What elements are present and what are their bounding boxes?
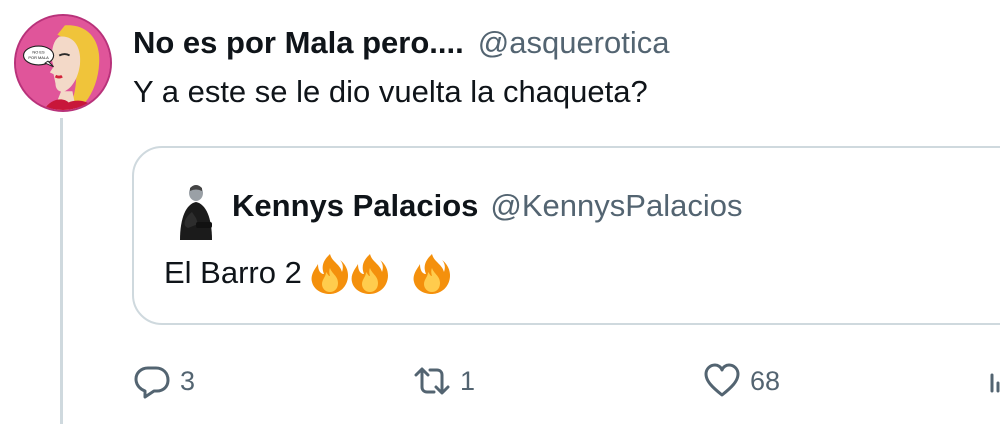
heart-icon (704, 363, 740, 397)
retweet-button[interactable]: 1 (412, 358, 475, 404)
retweet-icon (414, 367, 450, 395)
fire-icon (350, 252, 390, 294)
reply-icon (134, 366, 170, 399)
quoted-text: El Barro 2 (164, 255, 302, 290)
svg-text:POR MALA: POR MALA (28, 55, 49, 60)
fire-icon (412, 252, 452, 294)
like-count: 68 (750, 365, 781, 396)
retweet-count: 1 (460, 365, 476, 396)
quoted-author-avatar[interactable] (174, 182, 216, 240)
quoted-author-name[interactable]: Kennys Palacios (232, 188, 478, 224)
tweet-text: Y a este se le dio vuelta la chaqueta? (133, 74, 648, 109)
quoted-author-handle[interactable]: @KennysPalacios (490, 188, 742, 224)
reply-count: 3 (180, 365, 196, 396)
share-button[interactable] (986, 358, 1000, 404)
fire-emojis (310, 252, 452, 294)
quoted-tweet[interactable]: Kennys Palacios @KennysPalacios El Barro… (132, 146, 1000, 325)
tweet-header: No es por Mala pero.... @asquerotica (133, 20, 670, 66)
share-icon (990, 373, 1000, 393)
fire-icon (310, 252, 350, 294)
tweet: NO ES POR MALA No es por Mala pero.... @… (0, 0, 1000, 424)
author-avatar[interactable]: NO ES POR MALA (14, 14, 112, 112)
person-avatar-icon (180, 185, 212, 240)
thread-line (60, 118, 63, 424)
reply-button[interactable]: 3 (132, 358, 195, 404)
author-name[interactable]: No es por Mala pero.... (133, 25, 464, 61)
quoted-header: Kennys Palacios @KennysPalacios (232, 188, 742, 224)
quoted-text-row: El Barro 2 (164, 252, 452, 294)
like-button[interactable]: 68 (702, 358, 780, 404)
author-handle[interactable]: @asquerotica (478, 25, 670, 61)
cartoon-woman-avatar-icon: NO ES POR MALA (16, 16, 110, 110)
svg-text:NO ES: NO ES (32, 50, 45, 55)
